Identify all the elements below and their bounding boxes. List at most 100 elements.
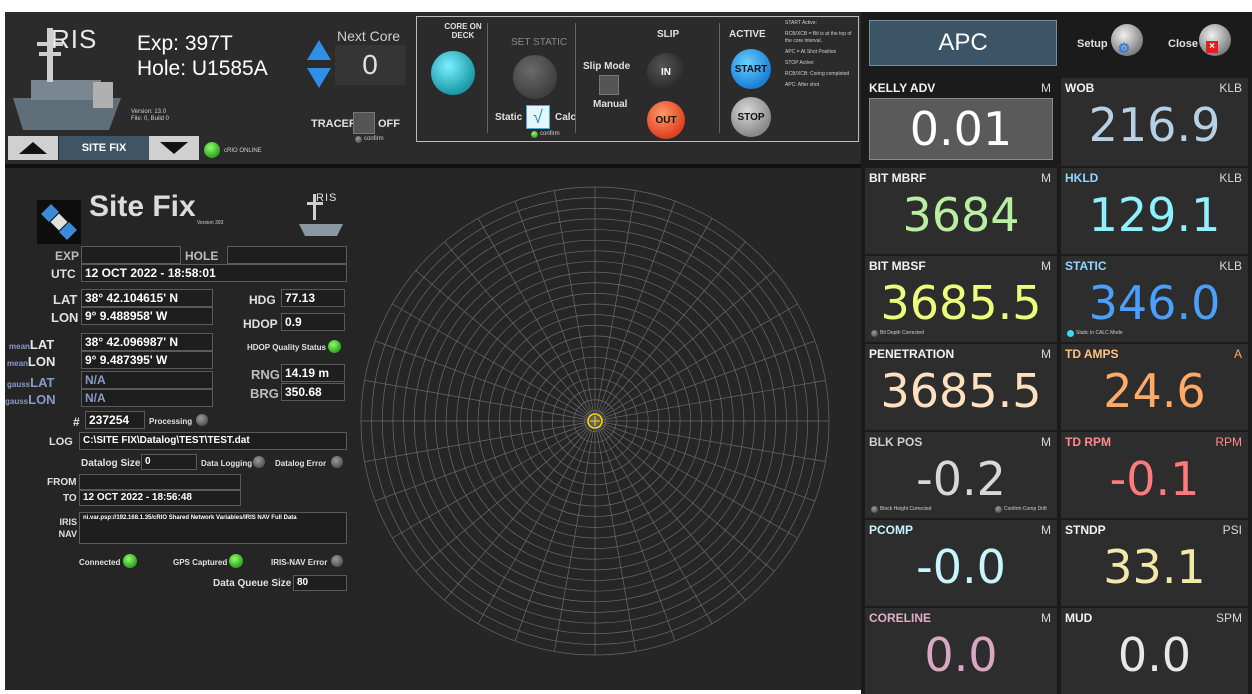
tracer-toggle[interactable] bbox=[353, 112, 375, 134]
static-confirm-led bbox=[531, 131, 538, 138]
satellite-icon bbox=[37, 200, 81, 244]
tile-name: BIT MBSF bbox=[869, 259, 926, 273]
tracer-label: TRACER bbox=[311, 118, 357, 130]
hdop-quality-led bbox=[328, 340, 341, 353]
tile-value: -0.1 bbox=[1109, 452, 1200, 506]
hole-label: HOLE bbox=[185, 249, 219, 263]
core-on-deck-button[interactable] bbox=[431, 51, 475, 95]
hdop-field[interactable]: 0.9 bbox=[281, 313, 345, 331]
meanlat-field[interactable]: 38° 42.096987' N bbox=[81, 333, 213, 351]
control-group: CORE ON DECK SET STATIC Static √ Calc co… bbox=[416, 16, 859, 142]
next-core-up-arrow[interactable] bbox=[307, 40, 331, 60]
brg-label: BRG bbox=[250, 386, 279, 401]
crio-online-label: cRIO ONLINE bbox=[224, 148, 262, 154]
lon-label: LON bbox=[51, 310, 79, 325]
close-button[interactable]: × bbox=[1199, 24, 1231, 56]
tile-unit: M bbox=[1041, 347, 1051, 361]
divider bbox=[487, 23, 488, 133]
log-path-field[interactable]: C:\SITE FIX\Datalog\TEST\TEST.dat bbox=[79, 432, 347, 450]
divider bbox=[575, 23, 576, 133]
sitefix-panel: Site Fix Version 393 RIS EXP HOLE UTC 12… bbox=[5, 168, 355, 690]
slip-in-button[interactable]: IN bbox=[647, 53, 685, 91]
tile-value: 0.0 bbox=[1117, 628, 1192, 682]
static-calc-checkbox[interactable]: √ bbox=[526, 105, 550, 129]
from-field[interactable] bbox=[79, 474, 241, 490]
tile-unit: M bbox=[1041, 171, 1051, 185]
tile-unit: A bbox=[1233, 347, 1242, 361]
note-line: RCB/XCB: Coring completed bbox=[785, 71, 850, 77]
slip-out-button[interactable]: OUT bbox=[647, 101, 685, 139]
exp-label: Exp: 397T bbox=[137, 32, 233, 55]
tile-name: BLK POS bbox=[869, 435, 923, 449]
rng-field[interactable]: 14.19 m bbox=[281, 364, 345, 382]
lat-field[interactable]: 38° 42.104615' N bbox=[81, 289, 213, 307]
tile-coreline: CORELINE M 0.0 bbox=[865, 608, 1057, 694]
tile-value: 33.1 bbox=[1103, 540, 1206, 594]
position-plot-panel bbox=[355, 168, 861, 690]
processing-led bbox=[196, 414, 208, 426]
meanlon-field[interactable]: 9° 9.487395' W bbox=[81, 351, 213, 369]
datalog-size-field[interactable]: 0 bbox=[141, 454, 197, 470]
tile-td-amps: TD AMPS A 24.6 bbox=[1061, 344, 1248, 430]
connected-label: Connected bbox=[79, 558, 121, 567]
setup-button[interactable]: ⚙ bbox=[1111, 24, 1143, 56]
calc-label: Calc bbox=[555, 112, 577, 123]
utc-label: UTC bbox=[51, 267, 76, 281]
hdg-field[interactable]: 77.13 bbox=[281, 289, 345, 307]
sitefix-title: Site Fix bbox=[89, 190, 196, 223]
to-field[interactable]: 12 OCT 2022 - 18:56:48 bbox=[79, 490, 241, 506]
exp-field[interactable] bbox=[81, 246, 181, 264]
nav-prev-button[interactable] bbox=[8, 136, 58, 160]
datalog-size-label: Datalog Size bbox=[81, 458, 141, 469]
next-core-value[interactable]: 0 bbox=[335, 45, 405, 85]
tile-mud: MUD SPM 0.0 bbox=[1061, 608, 1248, 694]
count-label: # bbox=[73, 415, 80, 429]
core-on-deck-label: CORE ON DECK bbox=[444, 22, 482, 40]
gausslat-label: gaussLAT bbox=[7, 375, 55, 390]
tile-penetration: PENETRATION M 3685.5 bbox=[865, 344, 1057, 430]
next-core-down-arrow[interactable] bbox=[307, 68, 331, 88]
count-field[interactable]: 237254 bbox=[85, 411, 145, 429]
processing-label: Processing bbox=[149, 417, 193, 426]
confirm-comp-drift-label: Confirm Comp Drift bbox=[1004, 506, 1047, 512]
tile-name: PCOMP bbox=[869, 523, 914, 537]
next-core-label: Next Core bbox=[337, 28, 401, 44]
nav-next-button[interactable] bbox=[149, 136, 199, 160]
mode-display[interactable]: APC bbox=[869, 20, 1057, 66]
tile-value: -0.0 bbox=[916, 540, 1006, 594]
utc-field[interactable]: 12 OCT 2022 - 18:58:01 bbox=[81, 264, 347, 282]
file-build-label: File: 0, Build 0 bbox=[131, 116, 170, 122]
tile-unit: KLB bbox=[1219, 81, 1242, 95]
divider bbox=[719, 23, 720, 133]
tile-unit: PSI bbox=[1222, 523, 1242, 537]
note-line: APC = At Shot Position bbox=[785, 49, 837, 55]
static-label: Static bbox=[495, 112, 523, 123]
gausslon-field[interactable]: N/A bbox=[81, 389, 213, 407]
top-header-panel: RIS Exp: 397T Hole: U1585A Version: 13.0… bbox=[5, 12, 861, 164]
note-line: STOP Active: bbox=[785, 60, 815, 66]
start-button[interactable]: START bbox=[731, 49, 771, 89]
setup-label: Setup bbox=[1077, 38, 1108, 50]
triangle-up-icon bbox=[19, 142, 47, 154]
note-line: START Active: bbox=[785, 20, 817, 26]
window-top-strip bbox=[0, 0, 1252, 12]
stop-button[interactable]: STOP bbox=[731, 97, 771, 137]
tile-value: 3685.5 bbox=[880, 364, 1042, 418]
meanlon-label: meanLON bbox=[7, 354, 56, 369]
static-calc-label: Static In CALC Mode bbox=[1076, 330, 1123, 336]
iris-nav-field[interactable]: ni.var.psp://192.168.1.35/cRIO Shared Ne… bbox=[79, 512, 347, 544]
hdop-label: HDOP bbox=[243, 317, 278, 331]
polar-position-plot bbox=[355, 168, 861, 690]
sitefix-version: Version 393 bbox=[197, 220, 224, 226]
lon-field[interactable]: 9° 9.488958' W bbox=[81, 307, 213, 325]
hdg-label: HDG bbox=[249, 293, 276, 307]
tile-value: 0.01 bbox=[909, 102, 1013, 156]
hole-field[interactable] bbox=[227, 246, 347, 264]
queue-size-field[interactable]: 80 bbox=[293, 575, 347, 591]
connected-led bbox=[123, 554, 137, 568]
set-static-button[interactable] bbox=[513, 55, 557, 99]
log-label: LOG bbox=[49, 436, 73, 448]
slip-mode-toggle[interactable] bbox=[599, 75, 619, 95]
brg-field[interactable]: 350.68 bbox=[281, 383, 345, 401]
gausslat-field[interactable]: N/A bbox=[81, 371, 213, 389]
